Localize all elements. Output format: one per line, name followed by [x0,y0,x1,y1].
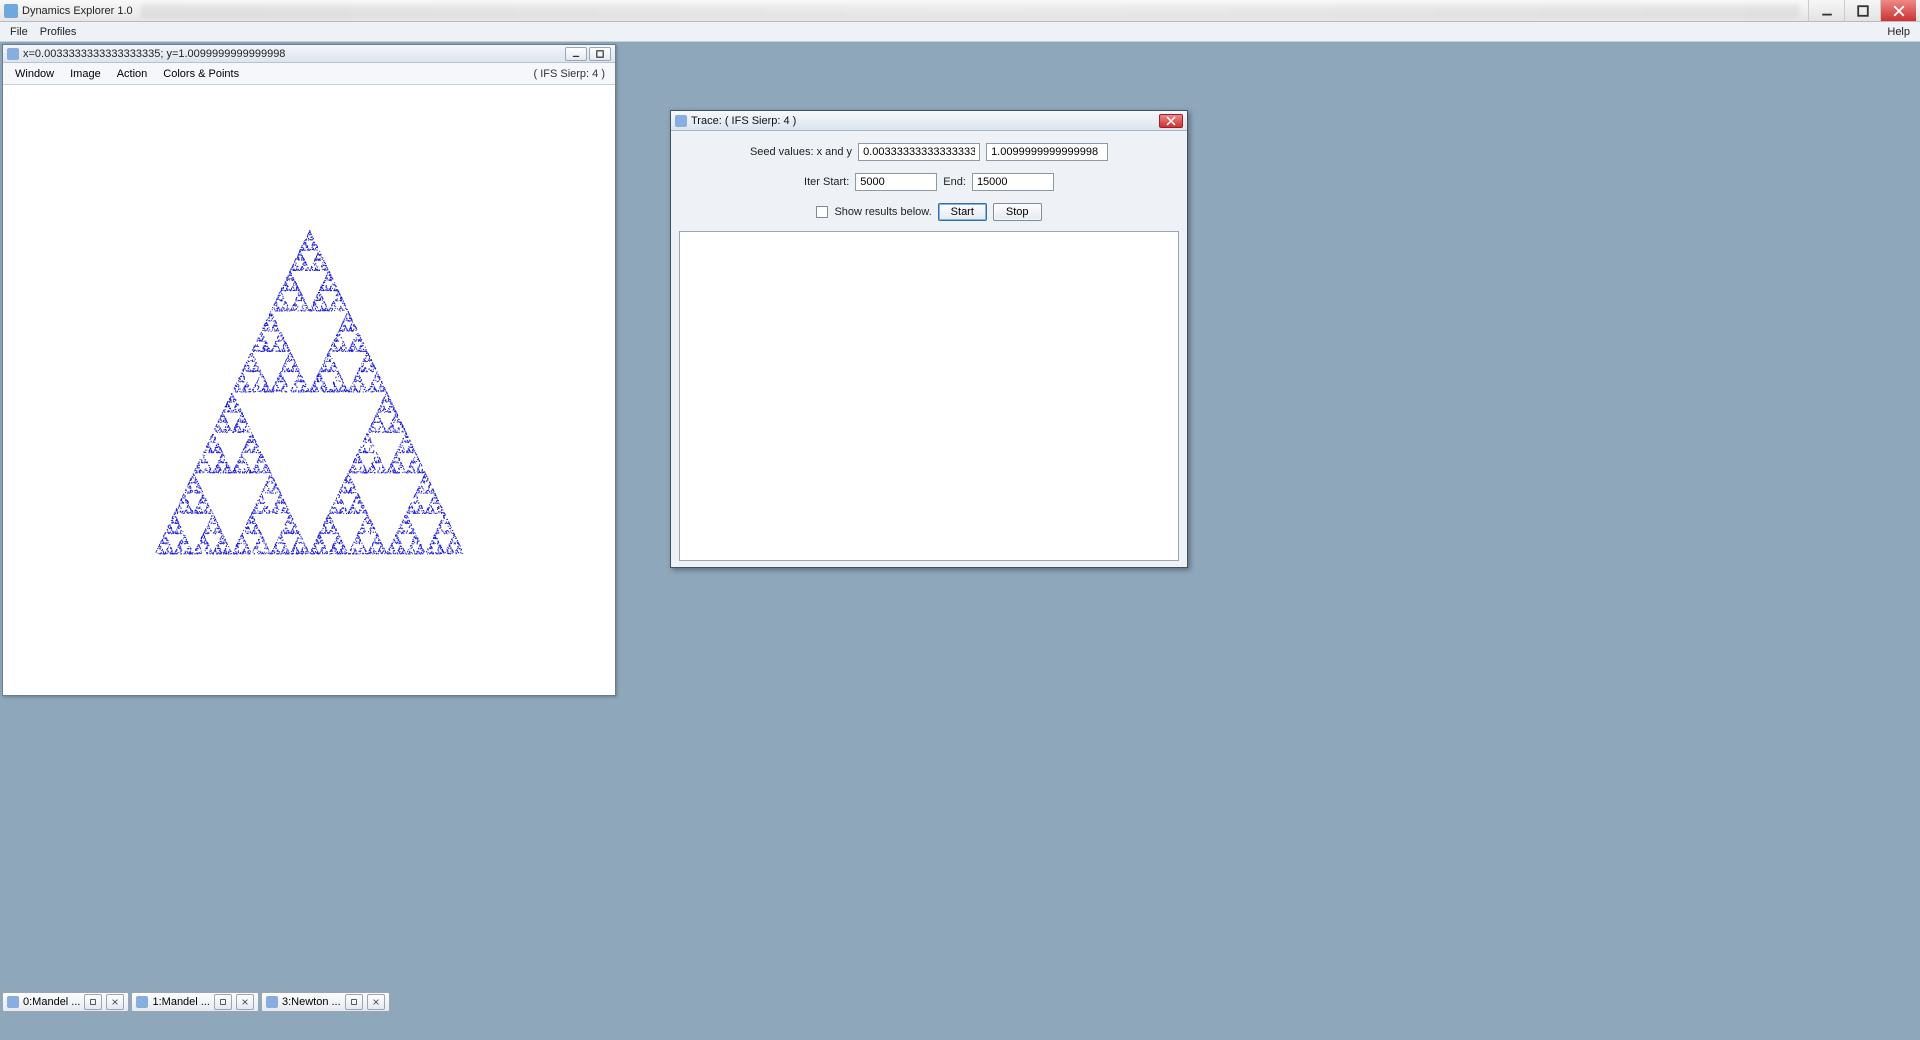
window-icon [7,48,19,60]
trace-dialog-titlebar[interactable]: Trace: ( IFS Sierp: 4 ) [671,111,1187,131]
menu-help[interactable]: Help [1881,24,1916,40]
menu-window[interactable]: Window [7,66,62,82]
minimize-icon [572,50,580,58]
os-maximize-button[interactable] [1844,0,1880,21]
task-restore-button[interactable] [84,994,102,1010]
show-results-label: Show results below. [834,206,931,218]
seed-y-input[interactable] [986,143,1108,161]
restore-icon [350,998,358,1006]
iter-start-label: Iter Start: [804,176,849,188]
seed-values-label: Seed values: x and y [750,146,852,158]
app-icon [4,4,18,18]
trace-results-area [679,231,1179,561]
child-minimize-button[interactable] [565,47,587,61]
stop-button[interactable]: Stop [993,203,1042,221]
trace-dialog-title: Trace: ( IFS Sierp: 4 ) [691,115,1159,127]
close-icon [111,998,119,1006]
task-item-label: 0:Mandel ... [23,996,80,1008]
window-icon [675,115,687,127]
fractal-window: x=0.0033333333333333335; y=1.00999999999… [2,44,616,696]
fractal-window-menubar: Window Image Action Colors & Points ( IF… [3,63,615,85]
app-menubar: File Profiles Help [0,22,1920,42]
trace-dialog: Trace: ( IFS Sierp: 4 ) Seed values: x a… [670,110,1188,568]
menu-file[interactable]: File [4,24,34,40]
seed-x-input[interactable] [858,143,980,161]
task-item-label: 1:Mandel ... [152,996,209,1008]
window-icon [136,996,148,1008]
task-restore-button[interactable] [214,994,232,1010]
dialog-close-button[interactable] [1159,114,1183,128]
close-icon [1893,5,1905,17]
close-icon [241,998,249,1006]
show-results-checkbox[interactable] [816,206,828,218]
task-close-button[interactable] [106,994,124,1010]
task-close-button[interactable] [236,994,254,1010]
fractal-window-titlebar[interactable]: x=0.0033333333333333335; y=1.00999999999… [3,45,615,63]
close-icon [1166,116,1176,126]
task-restore-button[interactable] [345,994,363,1010]
menu-colors-points[interactable]: Colors & Points [155,66,247,82]
iter-end-input[interactable] [972,173,1054,191]
os-window-title: Dynamics Explorer 1.0 [22,5,133,17]
restore-icon [219,998,227,1006]
fractal-canvas[interactable] [5,85,613,693]
titlebar-blur-region [141,4,1800,18]
task-close-button[interactable] [367,994,385,1010]
menu-action[interactable]: Action [109,66,156,82]
maximize-icon [1857,5,1869,17]
maximize-icon [596,50,604,58]
minimize-icon [1821,5,1833,17]
window-icon [7,996,19,1008]
mdi-desktop: x=0.0033333333333333335; y=1.00999999999… [0,42,1920,1014]
window-icon [266,996,278,1008]
menu-image[interactable]: Image [62,66,109,82]
iter-end-label: End: [943,176,966,188]
child-maximize-button[interactable] [589,47,611,61]
iter-start-input[interactable] [855,173,937,191]
sierpinski-plot [5,85,613,693]
close-icon [372,998,380,1006]
os-minimize-button[interactable] [1808,0,1844,21]
fractal-readout: ( IFS Sierp: 4 ) [527,66,611,82]
trace-dialog-body: Seed values: x and y Iter Start: End: Sh… [671,131,1187,567]
task-item[interactable]: 0:Mandel ... [2,992,129,1012]
fractal-window-title: x=0.0033333333333333335; y=1.00999999999… [23,48,563,60]
menu-profiles[interactable]: Profiles [34,24,83,40]
task-item[interactable]: 3:Newton ... [261,992,390,1012]
mdi-task-strip: 0:Mandel ... 1:Mandel ... 3:Newton ... [0,990,1920,1014]
restore-icon [89,998,97,1006]
os-close-button[interactable] [1880,0,1916,21]
task-item[interactable]: 1:Mandel ... [131,992,258,1012]
start-button[interactable]: Start [938,203,987,221]
os-titlebar: Dynamics Explorer 1.0 [0,0,1920,22]
task-item-label: 3:Newton ... [282,996,341,1008]
